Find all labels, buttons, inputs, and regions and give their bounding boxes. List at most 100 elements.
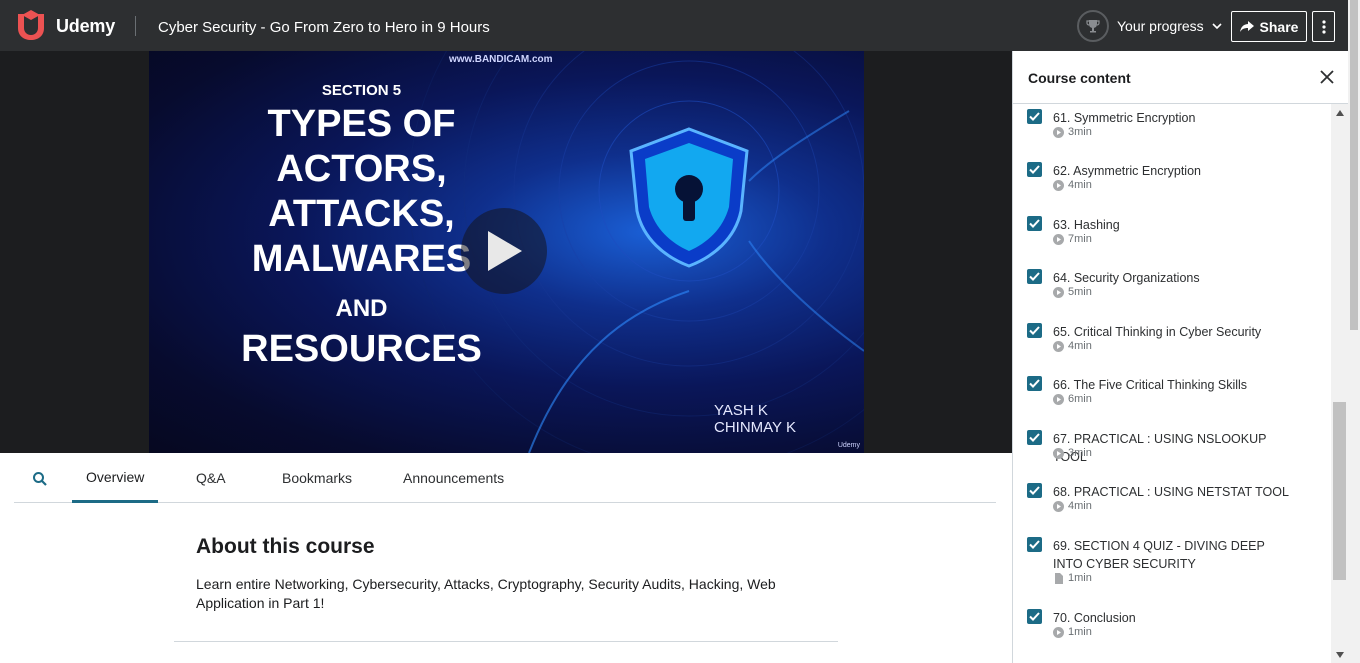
close-icon[interactable] [1318,68,1336,86]
course-title[interactable]: Cyber Security - Go From Zero to Hero in… [158,19,490,36]
lecture-title: 65. Critical Thinking in Cyber Security [1053,325,1262,339]
bandicam-watermark: www.BANDICAM.com [449,54,553,65]
scroll-down-arrow-icon[interactable] [1331,646,1348,663]
check-icon [1029,165,1040,174]
lecture-title: 61. Symmetric Encryption [1053,111,1196,125]
lecture-item[interactable]: 63. Hashing 7min [1013,211,1332,264]
video-title-line-5: RESOURCES [241,328,482,370]
play-circle-icon [1053,393,1064,405]
play-circle-icon [1053,179,1064,191]
video-author-2: CHINMAY K [714,419,796,436]
lecture-title: 62. Asymmetric Encryption [1053,164,1201,178]
about-title: About this course [196,535,375,558]
lecture-duration: 4min [1068,500,1092,512]
check-icon [1029,272,1040,281]
play-button[interactable] [461,208,547,294]
tab-qa[interactable]: Q&A [196,453,226,503]
check-icon [1029,486,1040,495]
sidebar-scrollbar[interactable] [1331,104,1348,663]
progress-dropdown[interactable]: Your progress [1077,10,1222,42]
lecture-checkbox[interactable] [1027,430,1042,445]
play-circle-icon [1053,126,1064,138]
lecture-checkbox[interactable] [1027,483,1042,498]
lecture-item[interactable]: 70. Conclusion 1min [1013,604,1332,654]
udemy-watermark: Udemy [837,442,860,449]
lecture-meta: 7min [1053,233,1092,245]
tab-bookmarks[interactable]: Bookmarks [282,453,352,503]
lecture-item[interactable]: 69. SECTION 4 QUIZ - DIVING DEEP INTO CY… [1013,532,1332,604]
lecture-item[interactable]: 64. Security Organizations 5min [1013,264,1332,317]
video-title-and: AND [335,295,388,322]
lecture-meta: 6min [1053,393,1092,405]
scroll-up-arrow-icon[interactable] [1331,104,1348,121]
lecture-checkbox[interactable] [1027,109,1042,124]
lecture-title: 70. Conclusion [1053,611,1136,625]
lecture-duration: 3min [1068,126,1092,138]
tab-overview[interactable]: Overview [72,453,159,503]
udemy-logo[interactable]: Udemy [14,10,115,42]
lecture-duration: 3min [1068,447,1092,459]
top-header: Udemy Cyber Security - Go From Zero to H… [0,0,1360,51]
video-title-line-1: TYPES OF [267,103,456,145]
lecture-checkbox[interactable] [1027,162,1042,177]
lecture-item[interactable]: 68. PRACTICAL : USING NETSTAT TOOL 4min [1013,478,1332,531]
more-vertical-icon [1321,19,1326,34]
video-author-1: YASH K [714,402,768,419]
search-icon[interactable] [32,471,48,487]
lecture-title: 69. SECTION 4 QUIZ - DIVING DEEP INTO CY… [1053,539,1265,571]
play-circle-icon [1053,447,1064,459]
lecture-checkbox[interactable] [1027,376,1042,391]
lecture-meta: 1min [1053,572,1092,584]
play-icon [488,231,522,271]
lecture-checkbox[interactable] [1027,609,1042,624]
shield-lock-icon [629,127,749,268]
check-icon [1029,112,1040,121]
check-icon [1029,433,1040,442]
lecture-title: 63. Hashing [1053,218,1120,232]
lecture-meta: 3min [1053,126,1092,138]
video-player[interactable]: www.BANDICAM.com SECTION 5 TYPES OF ACTO… [0,51,1012,453]
share-button[interactable]: Share [1231,11,1307,42]
lecture-checkbox[interactable] [1027,216,1042,231]
lecture-item[interactable]: 67. PRACTICAL : USING NSLOOKUP TOOL 3min [1013,425,1332,478]
sidebar-header: Course content [1013,51,1360,104]
lecture-list: 61. Symmetric Encryption 3min 62. Asymmetr… [1013,104,1332,654]
lecture-item[interactable]: 61. Symmetric Encryption 3min [1013,104,1332,157]
course-tabs: Overview Q&A Bookmarks Announcements [14,453,996,503]
lecture-duration: 4min [1068,340,1092,352]
play-circle-icon [1053,500,1064,512]
play-circle-icon [1053,340,1064,352]
play-circle-icon [1053,626,1064,638]
page-scroll-thumb[interactable] [1350,0,1358,330]
sidebar-scroll-thumb[interactable] [1333,402,1346,580]
trophy-icon [1086,20,1100,33]
lecture-checkbox[interactable] [1027,537,1042,552]
lecture-item[interactable]: 66. The Five Critical Thinking Skills 6mi… [1013,371,1332,424]
lecture-title: 68. PRACTICAL : USING NETSTAT TOOL [1053,485,1289,499]
lecture-meta: 1min [1053,626,1092,638]
video-title-line-2: ACTORS, [276,148,447,190]
lecture-duration: 4min [1068,179,1092,191]
share-arrow-icon [1239,20,1254,32]
video-authors: YASH K CHINMAY K [714,402,796,436]
about-divider [174,641,838,642]
tab-announcements[interactable]: Announcements [403,453,504,503]
page-scrollbar[interactable] [1348,0,1360,663]
lecture-item[interactable]: 65. Critical Thinking in Cyber Security 4… [1013,318,1332,371]
sidebar-title: Course content [1028,70,1131,86]
video-frame[interactable]: www.BANDICAM.com SECTION 5 TYPES OF ACTO… [149,51,864,453]
logo-text: Udemy [56,15,116,36]
more-options-button[interactable] [1312,11,1335,42]
chevron-down-icon [1212,23,1222,30]
lecture-title: 66. The Five Critical Thinking Skills [1053,378,1248,392]
lecture-meta: 3min [1053,447,1092,459]
document-icon [1055,572,1063,584]
progress-ring [1077,10,1109,42]
lecture-checkbox[interactable] [1027,323,1042,338]
video-section-label: SECTION 5 [321,82,402,99]
lecture-item[interactable]: 62. Asymmetric Encryption 4min [1013,157,1332,210]
lecture-checkbox[interactable] [1027,269,1042,284]
play-circle-icon [1053,233,1064,245]
course-content-sidebar: Course content 61. Symmetric Encryption 3… [1012,51,1360,663]
lecture-meta: 4min [1053,340,1092,352]
